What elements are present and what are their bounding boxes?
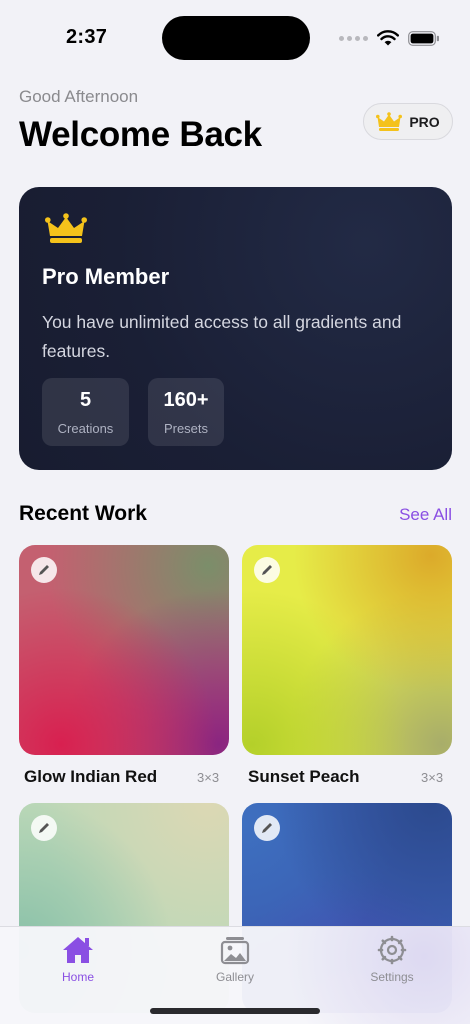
pencil-icon bbox=[262, 565, 272, 575]
pencil-icon bbox=[39, 565, 49, 575]
edit-button[interactable] bbox=[31, 557, 57, 583]
gradient-tile[interactable] bbox=[242, 545, 452, 755]
see-all-link[interactable]: See All bbox=[399, 505, 452, 525]
edit-button[interactable] bbox=[254, 815, 280, 841]
gradient-tile[interactable] bbox=[19, 545, 229, 755]
pro-card-description: You have unlimited access to all gradien… bbox=[42, 312, 402, 361]
app-screen: 2:37 Good Afternoon Welcome Back PRO Pro… bbox=[0, 0, 470, 1024]
pencil-icon bbox=[262, 823, 272, 833]
recent-work-title: Recent Work bbox=[19, 502, 147, 525]
battery-icon bbox=[408, 30, 439, 46]
crown-icon bbox=[45, 213, 87, 243]
tile-grid-size: 3×3 bbox=[197, 770, 220, 785]
stat-label: Creations bbox=[57, 420, 114, 436]
tile-name: Glow Indian Red bbox=[24, 767, 158, 786]
pro-member-card: Pro Member You have unlimited access to … bbox=[19, 187, 452, 470]
gear-icon bbox=[377, 935, 407, 965]
tile-grid-size: 3×3 bbox=[421, 770, 444, 785]
tab-home[interactable]: Home bbox=[33, 935, 123, 984]
page-title: Welcome Back bbox=[19, 115, 262, 154]
tab-gallery[interactable]: Gallery bbox=[190, 935, 280, 984]
stat-label: Presets bbox=[163, 420, 209, 436]
edit-button[interactable] bbox=[31, 815, 57, 841]
house-icon bbox=[63, 937, 93, 963]
photo-stack-icon bbox=[220, 937, 250, 965]
tile-name: Sunset Peach bbox=[248, 767, 360, 786]
cellular-signal-icon bbox=[339, 35, 368, 41]
tab-label: Home bbox=[61, 970, 94, 984]
tab-label: Gallery bbox=[215, 970, 254, 984]
dynamic-island bbox=[162, 16, 310, 60]
pro-card-title: Pro Member bbox=[42, 264, 170, 289]
stat-value: 5 bbox=[79, 388, 92, 411]
wifi-icon bbox=[377, 30, 399, 46]
status-bar: 2:37 bbox=[0, 0, 470, 72]
status-time: 2:37 bbox=[66, 26, 108, 48]
home-indicator[interactable] bbox=[150, 1008, 320, 1014]
tab-label: Settings bbox=[370, 970, 414, 984]
tab-settings[interactable]: Settings bbox=[347, 935, 437, 984]
pro-badge-label: PRO bbox=[409, 113, 440, 130]
pencil-icon bbox=[39, 823, 49, 833]
pro-badge-button[interactable]: PRO bbox=[363, 103, 453, 140]
greeting-text: Good Afternoon bbox=[19, 87, 139, 106]
crown-icon bbox=[376, 111, 403, 131]
stat-value: 160+ bbox=[163, 388, 209, 411]
edit-button[interactable] bbox=[254, 557, 280, 583]
stat-presets: 160+ Presets bbox=[148, 378, 224, 446]
status-indicators bbox=[339, 30, 440, 46]
stat-creations: 5 Creations bbox=[42, 378, 129, 446]
